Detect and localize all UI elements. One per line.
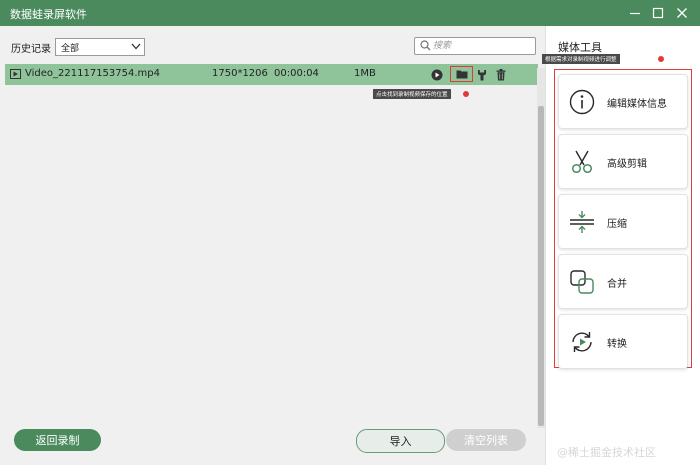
scissors-icon [571,150,593,174]
edit-tool-button[interactable] [474,67,490,82]
maximize-icon [652,7,664,19]
search-input[interactable] [433,39,528,52]
folder-tooltip-text: 点击找到录制视频保存的位置 [376,92,448,98]
compress-button[interactable]: 压缩 [558,194,688,249]
delete-button[interactable] [493,67,509,82]
tooltip-marker [658,56,664,62]
search-box[interactable] [414,37,536,55]
recording-size: 1MB [354,68,376,79]
tool-label: 高级剪辑 [607,159,647,170]
history-label: 历史记录 [11,44,51,55]
recordings-list: Video_221117153754.mp4 1750*1206 00:00:0… [5,64,545,409]
media-tools-title: 媒体工具 [558,41,602,54]
search-icon [420,40,431,54]
table-row[interactable]: Video_221117153754.mp4 1750*1206 00:00:0… [5,64,538,85]
trash-icon [496,68,506,80]
folder-icon [456,70,467,79]
maximize-button[interactable] [650,5,666,21]
recording-name: Video_221117153754.mp4 [25,68,160,79]
import-button[interactable]: 导入 [356,429,445,453]
close-icon [677,8,687,18]
merge-icon [570,270,594,294]
minimize-button[interactable] [627,5,643,21]
close-button[interactable] [674,5,690,21]
tool-label: 压缩 [607,219,627,230]
merge-button[interactable]: 合并 [558,254,688,309]
history-filter-value: 全部 [61,44,80,54]
window-title: 数据蛙录屏软件 [10,8,87,21]
tools-highlight-frame: 编辑媒体信息 高级剪辑 压缩 合并 转换 [554,69,692,369]
app-window: 数据蛙录屏软件 历史记录 全部 搜索 Video_221117153754.mp… [0,0,700,465]
convert-icon [572,332,592,352]
video-file-icon [10,69,21,82]
watermark: @稀土掘金技术社区 [557,446,656,459]
advanced-cut-button[interactable]: 高级剪辑 [558,134,688,189]
list-scrollbar[interactable] [537,68,545,428]
tool-label: 合并 [607,279,627,290]
info-icon [569,89,595,115]
tool-label: 转换 [607,339,627,350]
play-button[interactable] [429,67,445,82]
history-panel: 历史记录 全部 Video_221117153754.mp4 1750*1206… [0,26,545,465]
folder-tooltip: 点击找到录制视频保存的位置 [373,89,451,99]
wrench-icon [478,69,486,80]
back-to-record-button[interactable]: 返回录制 [14,429,101,451]
scrollbar-thumb[interactable] [538,106,544,426]
recording-duration: 00:00:04 [274,68,319,79]
media-tools-panel: 媒体工具 根据需求对录制视频进行调整 编辑媒体信息 高级剪辑 压缩 合并 转换 [542,26,700,465]
chevron-down-icon [131,43,141,53]
tooltip-marker [463,91,469,97]
clear-list-button[interactable]: 清空列表 [446,429,526,451]
compress-icon [570,211,594,233]
tool-label: 编辑媒体信息 [607,99,667,110]
history-filter-select[interactable]: 全部 [55,38,145,56]
convert-button[interactable]: 转换 [558,314,688,369]
title-bar: 数据蛙录屏软件 [0,0,700,26]
edit-media-info-button[interactable]: 编辑媒体信息 [558,74,688,129]
open-folder-button[interactable] [450,66,473,82]
recording-resolution: 1750*1206 [212,68,268,79]
play-icon [431,69,443,80]
media-tools-tooltip-text: 根据需求对录制视频进行调整 [545,57,617,63]
media-tools-tooltip: 根据需求对录制视频进行调整 [542,54,620,64]
minimize-icon [630,12,640,15]
